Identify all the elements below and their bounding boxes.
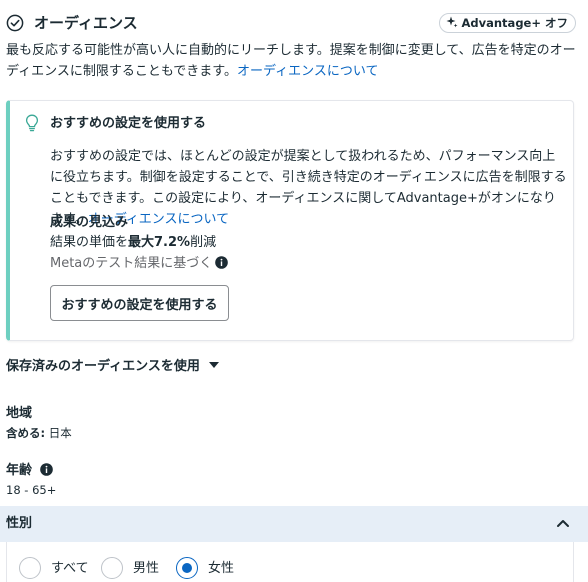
chevron-up-icon[interactable] — [556, 518, 570, 528]
gender-section-header[interactable]: 性別 — [0, 506, 588, 542]
gender-option-label: すべて — [51, 561, 89, 576]
radio-circle-selected[interactable] — [176, 557, 198, 579]
gender-option-label: 女性 — [208, 561, 235, 576]
lightbulb-icon — [25, 114, 39, 132]
check-circle-icon — [6, 14, 24, 32]
results-estimate: 結果の単価を最大7.2%削減 — [50, 233, 216, 253]
saved-audience-dropdown[interactable]: 保存済みのオーディエンスを使用 — [6, 356, 219, 378]
age-value[interactable]: 18 - 65+ — [6, 481, 56, 499]
region-label: 地域 — [6, 406, 33, 421]
results-percentage: 最大7.2% — [128, 235, 191, 250]
age-info-icon[interactable] — [40, 463, 53, 476]
info-icon[interactable] — [215, 256, 229, 269]
region-include-label: 含める: — [6, 426, 46, 440]
advantage-plus-toggle[interactable]: Advantage+ オフ — [439, 13, 576, 33]
radio-circle[interactable] — [19, 557, 41, 579]
saved-audience-label: 保存済みのオーディエンスを使用 — [6, 359, 200, 374]
gender-title: 性別 — [6, 516, 33, 531]
audience-header: オーディエンス Advantage+ オフ — [6, 12, 576, 34]
recommendation-card: おすすめの設定を使用する おすすめの設定では、ほとんどの設定が提案として扱われる… — [6, 100, 574, 341]
gender-options: すべて 男性 女性 — [6, 542, 574, 582]
radio-circle[interactable] — [101, 557, 123, 579]
sparkle-icon — [446, 16, 458, 28]
use-recommended-button[interactable]: おすすめの設定を使用する — [50, 285, 229, 321]
meta-note-text: Metaのテスト結果に基づく — [50, 256, 213, 271]
audience-description: 最も反応する可能性が高い人に自動的にリーチします。提案を制御に変更して、広告を特… — [6, 40, 576, 82]
meta-test-note: Metaのテスト結果に基づく — [50, 254, 229, 274]
recommendation-title: おすすめの設定を使用する — [50, 116, 207, 131]
results-title: 成果の見込み — [50, 215, 129, 230]
region-value[interactable]: 含める: 日本 — [6, 424, 72, 442]
results-prefix: 結果の単価を — [50, 235, 129, 250]
caret-down-icon — [208, 362, 219, 368]
gender-option-label: 男性 — [133, 561, 160, 576]
audience-info-link[interactable]: オーディエンスについて — [237, 64, 378, 79]
section-title: オーディエンス — [34, 14, 138, 32]
results-suffix: 削減 — [190, 235, 217, 250]
age-label-row: 年齢 — [6, 461, 53, 481]
region-country: 日本 — [48, 426, 72, 440]
age-label: 年齢 — [6, 463, 33, 478]
advantage-plus-label: Advantage+ オフ — [461, 16, 568, 30]
